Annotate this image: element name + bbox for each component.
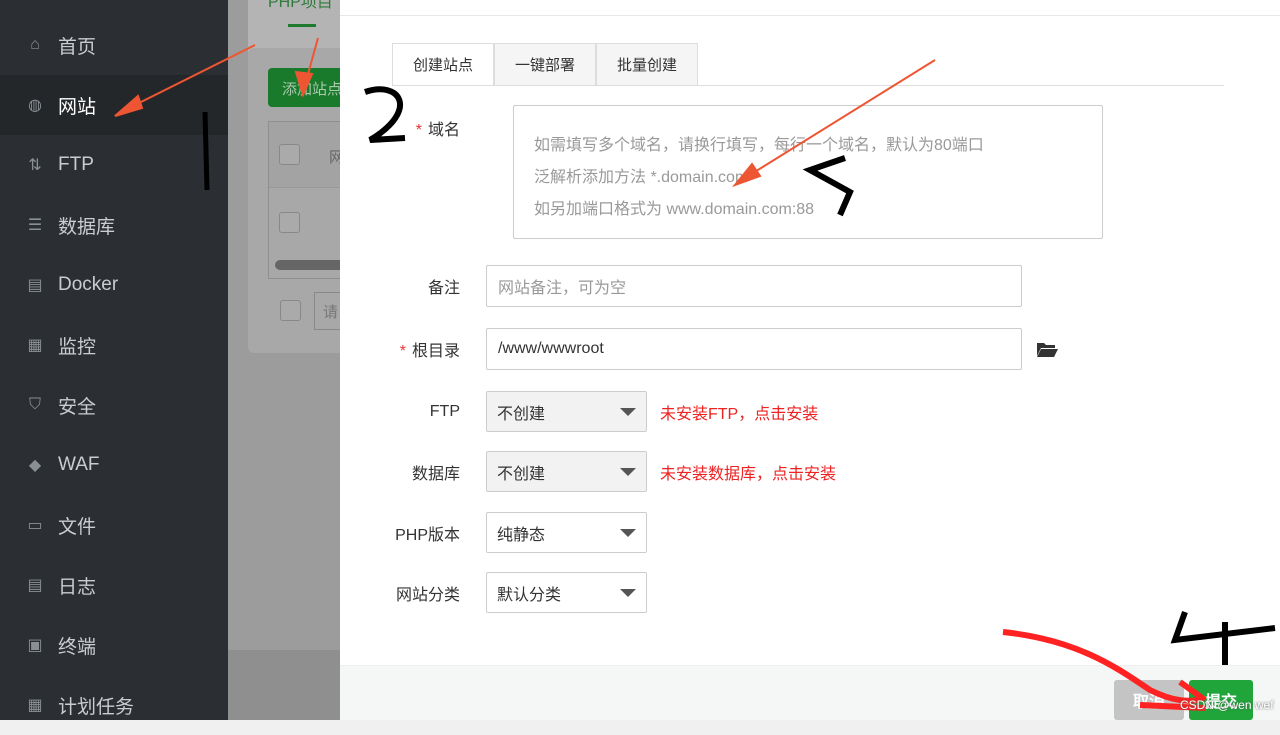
watermark: CSDN @wen wef: [1180, 698, 1274, 712]
annotation-arrows: [114, 37, 1276, 711]
